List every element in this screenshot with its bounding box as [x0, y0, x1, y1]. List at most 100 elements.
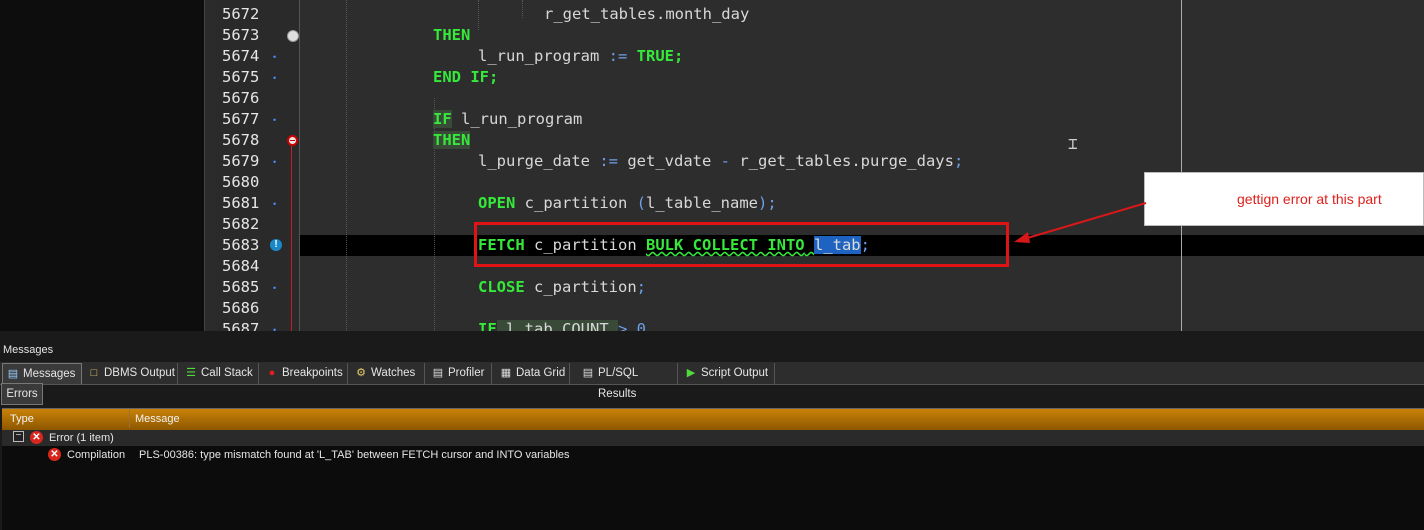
operator: -	[720, 152, 730, 170]
tab-label: Breakpoints	[282, 367, 343, 379]
line-number: 5685	[222, 278, 260, 296]
left-navigator-panel	[0, 0, 204, 331]
line-number-gutter: 5672 5673 5674 5675 5676 5677 5678 5679 …	[215, 0, 300, 338]
data-grid-icon: ▦	[500, 367, 512, 379]
line-number: 5673	[222, 26, 260, 44]
keyword: OPEN	[478, 194, 516, 212]
indent-guide	[478, 0, 479, 30]
operator: :=	[599, 152, 618, 170]
identifier: l_purge_date	[478, 152, 600, 170]
keyword: IF	[433, 110, 452, 128]
tab-profiler[interactable]: ▤ Profiler	[428, 363, 492, 384]
code-line-5678: THEN	[433, 130, 471, 151]
punctuation: (	[636, 194, 646, 212]
operator: :=	[608, 47, 628, 65]
line-number: 5678	[222, 131, 260, 149]
right-margin-line	[1181, 0, 1182, 331]
change-marker-icon: •	[273, 157, 277, 167]
keyword: CLOSE	[478, 278, 525, 296]
punctuation: ;	[489, 68, 499, 86]
error-group-row[interactable]	[2, 430, 1424, 446]
line-number: 5675	[222, 68, 260, 86]
keyword: TRUE	[627, 47, 674, 65]
code-line-5685: CLOSE c_partition;	[478, 277, 646, 298]
panel-title: Messages	[3, 344, 54, 356]
collapse-toggle-icon[interactable]: −	[13, 431, 24, 442]
tab-label: PL/SQL Results	[598, 367, 638, 400]
code-line-5677: IF l_run_program	[433, 109, 582, 130]
tab-label: Messages	[23, 368, 76, 380]
tab-label: Watches	[371, 367, 416, 379]
breakpoints-icon: ●	[268, 367, 276, 379]
code-line-5679: l_purge_date := get_vdate - r_get_tables…	[478, 151, 963, 172]
line-number: 5682	[222, 215, 260, 233]
code-line-5672: r_get_tables.month_day	[544, 5, 750, 23]
punctuation: ;	[953, 152, 964, 170]
error-message-cell[interactable]: PLS-00386: type mismatch found at 'L_TAB…	[139, 447, 570, 463]
indent-guide	[346, 0, 347, 331]
profiler-icon: ▤	[432, 367, 444, 379]
annotation-highlight-box	[474, 222, 1009, 267]
fold-marker-icon[interactable]	[287, 135, 298, 146]
line-number: 5672	[222, 5, 260, 23]
identifier: l_run_program	[451, 110, 583, 128]
indent-guide	[522, 0, 523, 18]
column-header-message[interactable]: Message	[135, 410, 180, 428]
line-number: 5686	[222, 299, 260, 317]
code-line-5674: l_run_program := TRUE;	[478, 46, 683, 67]
column-header-type[interactable]: Type	[10, 410, 34, 428]
error-icon: ✕	[48, 448, 61, 461]
error-indicator-icon[interactable]: !	[270, 239, 282, 251]
change-marker-icon: •	[273, 115, 277, 125]
change-marker-icon: •	[273, 199, 277, 209]
punctuation: );	[757, 194, 777, 212]
tab-script-output[interactable]: ▶ Script Output	[681, 363, 775, 384]
tab-call-stack[interactable]: ☰ Call Stack	[181, 363, 259, 384]
punctuation: ;	[674, 47, 684, 65]
change-marker-icon: •	[273, 73, 277, 83]
code-line-5675: END IF;	[433, 67, 498, 88]
tab-messages[interactable]: ▤ Messages	[2, 363, 82, 384]
tab-label: Data Grid	[516, 367, 566, 379]
tab-label: Script Output	[701, 367, 769, 379]
error-icon: ✕	[30, 431, 43, 444]
change-marker-icon: •	[273, 283, 277, 293]
line-number: 5684	[222, 257, 260, 275]
tab-errors[interactable]: Errors	[1, 383, 43, 405]
line-number: 5677	[222, 110, 260, 128]
identifier: c_partition	[515, 194, 637, 212]
keyword: END IF	[433, 68, 489, 86]
tab-plsql-results[interactable]: ▤ PL/SQL Results	[578, 363, 678, 400]
breakpoint-range-line	[291, 146, 292, 331]
script-output-icon: ▶	[686, 367, 696, 379]
line-number: 5674	[222, 47, 260, 65]
identifier: l_run_program	[478, 47, 609, 65]
tab-data-grid[interactable]: ▦ Data Grid	[496, 363, 570, 384]
errors-grid-header	[2, 408, 1424, 431]
line-number: 5681	[222, 194, 260, 212]
call-stack-icon: ☰	[186, 367, 196, 379]
error-type-cell[interactable]: Compilation	[67, 447, 125, 463]
annotation-callout-text: gettign error at this part	[1237, 191, 1382, 207]
tab-label: Profiler	[448, 367, 485, 379]
change-marker-icon: •	[273, 52, 277, 62]
line-number: 5680	[222, 173, 260, 191]
identifier: l_table_name	[646, 194, 758, 212]
fold-marker-icon[interactable]	[287, 30, 299, 42]
keyword: THEN	[433, 131, 471, 149]
text-cursor-icon: ⌶	[1068, 134, 1078, 153]
punctuation: ;	[636, 278, 646, 296]
keyword: THEN	[433, 26, 471, 44]
tab-breakpoints[interactable]: ● Breakpoints	[262, 363, 348, 384]
tab-label: DBMS Output	[104, 367, 175, 379]
identifier: c_partition	[524, 278, 637, 296]
tab-dbms-output[interactable]: □ DBMS Output	[84, 363, 178, 384]
column-separator[interactable]	[129, 410, 130, 428]
dbms-output-icon: □	[90, 367, 98, 379]
tab-watches[interactable]: ⚙ Watches	[351, 363, 425, 384]
messages-icon: ▤	[7, 368, 19, 380]
code-line-5681: OPEN c_partition (l_table_name);	[478, 193, 777, 214]
identifier: get_vdate	[618, 152, 721, 170]
code-line-5673: THEN	[433, 25, 470, 46]
identifier: r_get_tables.purge_days	[730, 152, 954, 170]
